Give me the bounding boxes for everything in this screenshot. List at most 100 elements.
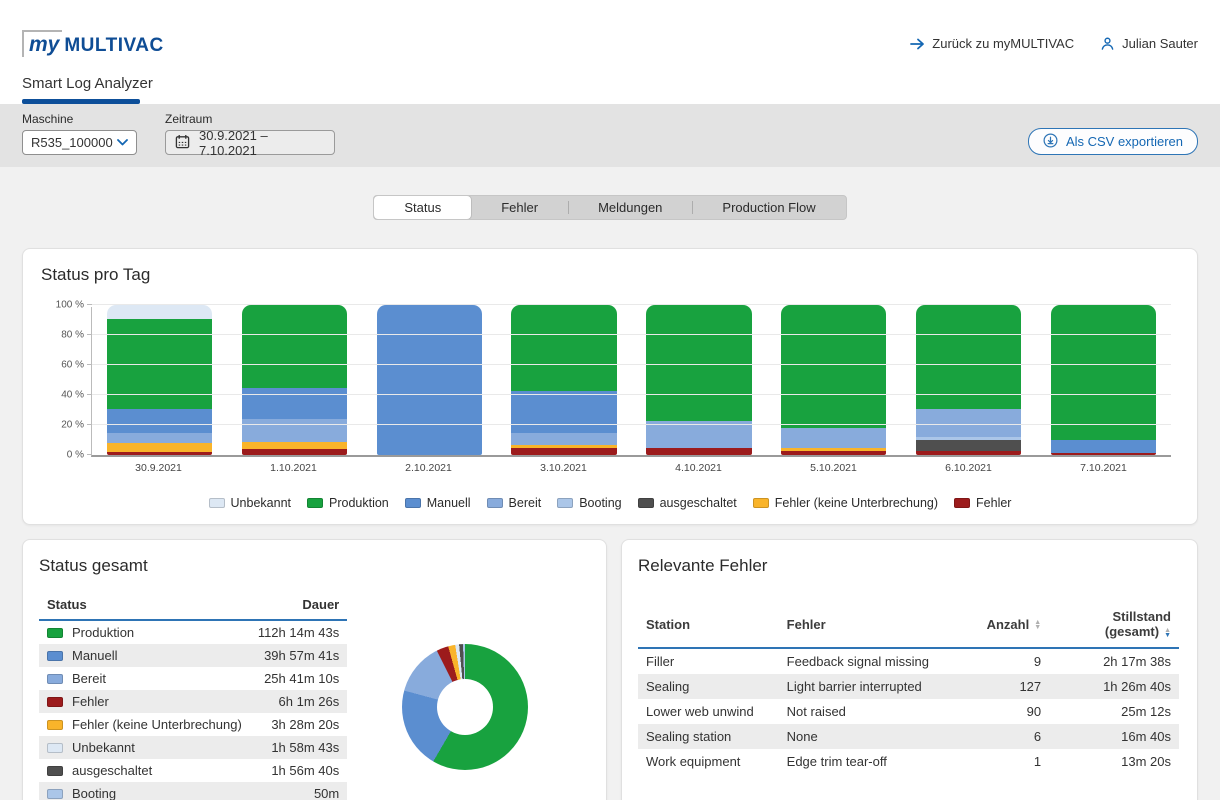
download-icon	[1043, 133, 1058, 151]
legend-item-Produktion: Produktion	[307, 496, 389, 510]
error-text: Edge trim tear-off	[779, 749, 974, 774]
bar-segment-FehlerKU	[107, 443, 212, 452]
bar-segment-Unbekannt	[107, 305, 212, 319]
legend-swatch	[405, 498, 421, 508]
legend-label: Unbekannt	[231, 496, 291, 510]
bar-slot	[901, 307, 1036, 455]
x-tick-label: 6.10.2021	[901, 462, 1036, 474]
status-row-Fehler: Fehler6h 1m 26s	[39, 690, 347, 713]
legend-item-Bereit: Bereit	[487, 496, 542, 510]
bar-segment-Fehler	[107, 452, 212, 455]
legend-label: Fehler	[976, 496, 1011, 510]
tab-production-flow[interactable]: Production Flow	[692, 196, 845, 219]
period-picker[interactable]: 30.9.2021 – 7.10.2021	[165, 130, 335, 155]
tab-status[interactable]: Status	[374, 196, 471, 219]
y-tick-label: 60 %	[61, 360, 84, 371]
stacked-bar-30.9.2021[interactable]	[107, 305, 212, 455]
legend-label: Produktion	[329, 496, 389, 510]
downtime-col-header[interactable]: Stillstand (gesamt)▲▼	[1049, 604, 1179, 648]
status-row-Manuell: Manuell 39h 57m 41s	[39, 644, 347, 667]
bar-segment-Bereit	[242, 419, 347, 442]
error-downtime: 1h 26m 40s	[1049, 674, 1179, 699]
status-row-FehlerKU: Fehler (keine Unterbrechung)3h 28m 20s	[39, 713, 347, 736]
status-duration: 25h 41m 10s	[250, 667, 347, 690]
stacked-bar-7.10.2021[interactable]	[1051, 305, 1156, 455]
calendar-icon	[175, 134, 190, 152]
station-col-header[interactable]: Station	[638, 604, 779, 648]
status-swatch	[47, 743, 63, 753]
active-tab-indicator	[22, 99, 140, 104]
export-csv-button[interactable]: Als CSV exportieren	[1028, 128, 1198, 155]
status-total-tbody: Produktion112h 14m 43sManuell39h 57m 41s…	[39, 620, 347, 800]
error-station: Work equipment	[638, 749, 779, 774]
legend-label: Bereit	[509, 496, 542, 510]
relevant-errors-tbody: FillerFeedback signal missing92h 17m 38s…	[638, 648, 1179, 774]
x-tick-label: 1.10.2021	[226, 462, 361, 474]
status-duration: 3h 28m 20s	[250, 713, 347, 736]
tab-meldungen[interactable]: Meldungen	[568, 196, 692, 219]
bar-segment-Bereit	[916, 409, 1021, 438]
bar-segment-Fehler	[242, 449, 347, 455]
relevant-errors-title: Relevante Fehler	[638, 556, 1179, 576]
user-menu[interactable]: Julian Sauter	[1100, 36, 1198, 51]
status-duration: 39h 57m 41s	[250, 644, 347, 667]
status-label: Booting	[72, 786, 116, 800]
stacked-bar-3.10.2021[interactable]	[511, 305, 616, 455]
stacked-bar-1.10.2021[interactable]	[242, 305, 347, 455]
legend-item-ausgeschaltet: ausgeschaltet	[638, 496, 737, 510]
bar-segment-Produktion	[511, 305, 616, 391]
app-tab-label: Smart Log Analyzer	[22, 75, 153, 99]
error-count: 1	[973, 749, 1049, 774]
y-tick	[87, 394, 92, 395]
period-label: Zeitraum	[165, 112, 335, 126]
error-text: Not raised	[779, 699, 974, 724]
status-swatch	[47, 766, 63, 776]
status-total-table: Status Dauer Produktion112h 14m 43sManue…	[39, 592, 347, 800]
bar-slot	[497, 307, 632, 455]
status-label: ausgeschaltet	[72, 763, 152, 778]
y-tick	[87, 454, 92, 455]
legend-swatch	[209, 498, 225, 508]
error-count: 127	[973, 674, 1049, 699]
bar-segment-ausgeschaltet	[916, 440, 1021, 451]
legend-item-Unbekannt: Unbekannt	[209, 496, 291, 510]
bar-segment-Bereit	[781, 428, 886, 448]
error-downtime: 25m 12s	[1049, 699, 1179, 724]
legend-swatch	[954, 498, 970, 508]
stacked-bar-5.10.2021[interactable]	[781, 305, 886, 455]
app-tab-smart-log-analyzer[interactable]: Smart Log Analyzer	[22, 75, 153, 104]
gridline	[92, 334, 1171, 335]
stacked-bar-2.10.2021[interactable]	[377, 305, 482, 455]
error-col-header[interactable]: Fehler	[779, 604, 974, 648]
status-label: Produktion	[72, 625, 134, 640]
bar-slot	[92, 307, 227, 455]
status-duration: 50m	[250, 782, 347, 800]
logo-my: my	[22, 30, 62, 57]
stacked-bar-4.10.2021[interactable]	[646, 305, 751, 455]
legend-swatch	[557, 498, 573, 508]
status-duration: 1h 58m 43s	[250, 736, 347, 759]
bar-slot	[227, 307, 362, 455]
back-link-label: Zurück zu myMULTIVAC	[932, 36, 1074, 51]
stacked-bar-6.10.2021[interactable]	[916, 305, 1021, 455]
bar-segment-Bereit	[107, 433, 212, 444]
y-tick-label: 100 %	[56, 300, 84, 311]
tab-fehler[interactable]: Fehler	[471, 196, 568, 219]
duration-col-header: Dauer	[250, 592, 347, 620]
legend-swatch	[307, 498, 323, 508]
bar-slot	[766, 307, 901, 455]
back-to-mymultivac-link[interactable]: Zurück zu myMULTIVAC	[910, 36, 1074, 51]
legend-label: Booting	[579, 496, 621, 510]
relevant-errors-card: Relevante Fehler Station Fehler Anzahl▲▼…	[621, 539, 1198, 800]
status-label: Bereit	[72, 671, 106, 686]
y-tick-label: 80 %	[61, 330, 84, 341]
bar-segment-Produktion	[646, 305, 751, 421]
machine-select[interactable]: R535_100000	[22, 130, 137, 155]
bar-segment-Fehler	[511, 448, 616, 456]
count-col-header[interactable]: Anzahl▲▼	[973, 604, 1049, 648]
user-icon	[1100, 36, 1115, 51]
status-swatch	[47, 674, 63, 684]
status-label: Manuell	[72, 648, 118, 663]
status-swatch	[47, 720, 63, 730]
error-downtime: 2h 17m 38s	[1049, 648, 1179, 674]
